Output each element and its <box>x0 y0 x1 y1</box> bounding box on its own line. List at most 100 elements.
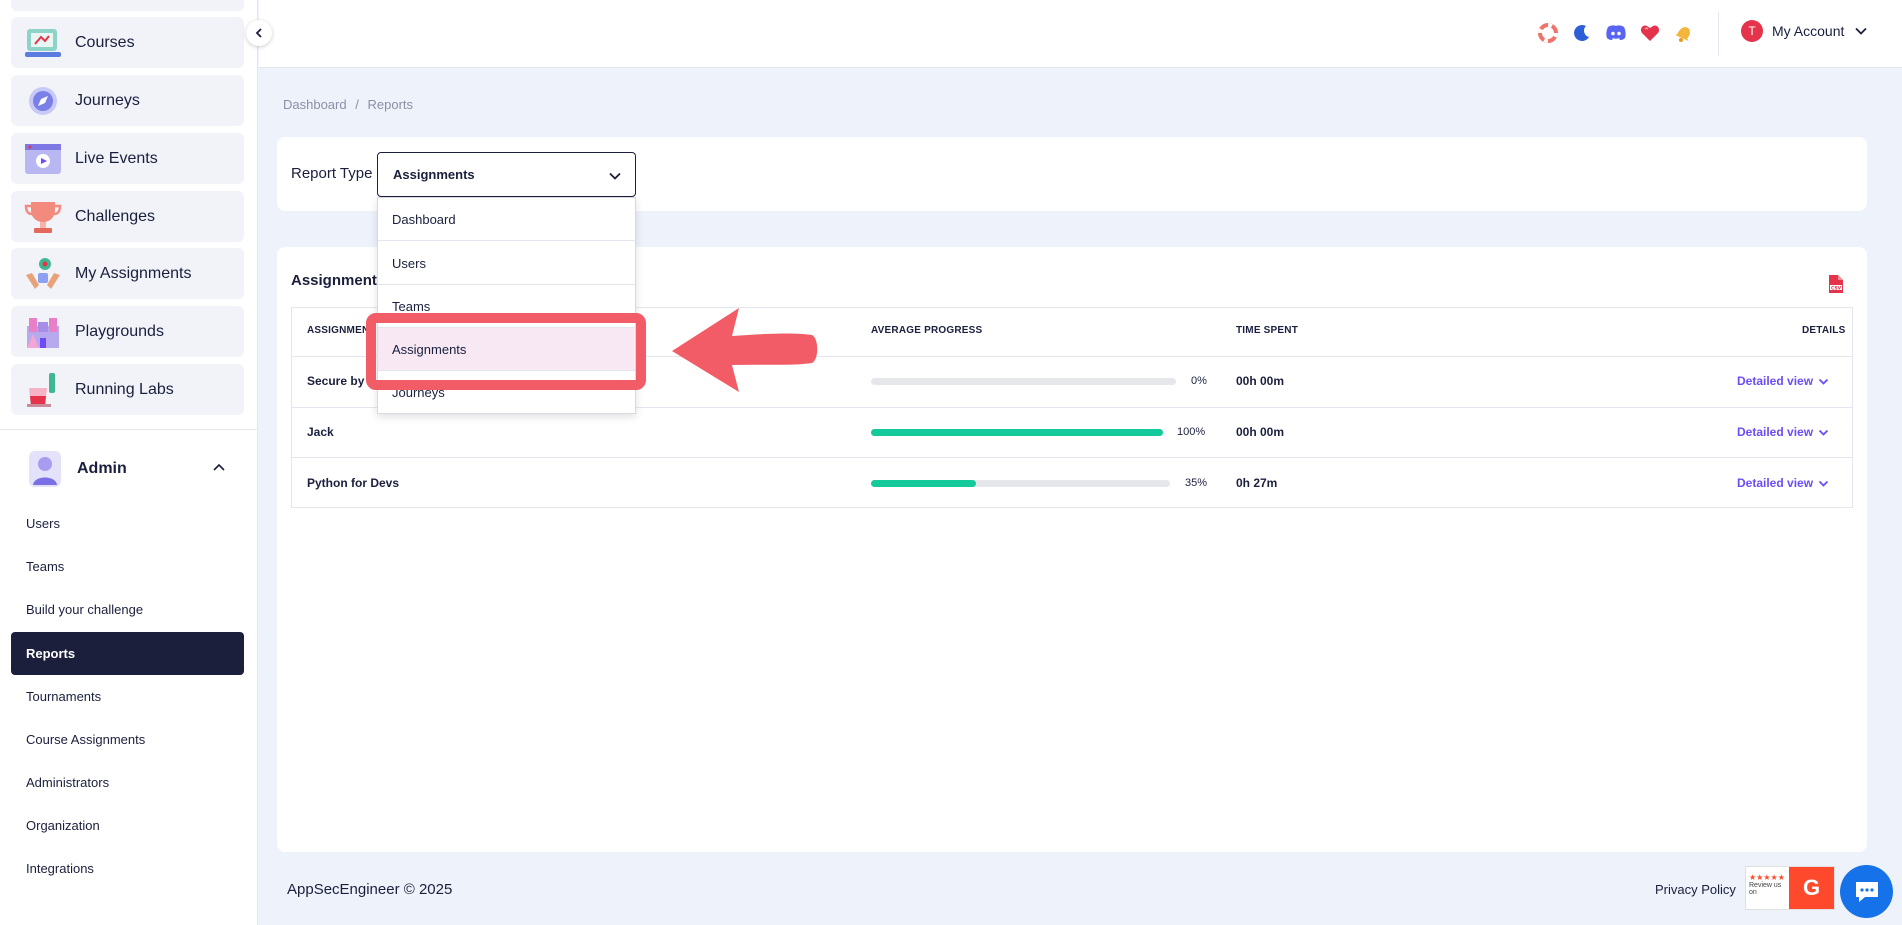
breadcrumb-separator: / <box>355 97 359 112</box>
sidebar-item-playgrounds[interactable]: Playgrounds <box>11 306 244 357</box>
svg-text:CSV: CSV <box>1831 285 1842 291</box>
admin-label: Admin <box>77 460 127 477</box>
admin-icon <box>25 449 65 489</box>
compass-icon <box>23 81 63 121</box>
g2-review-badge[interactable]: ★★★★★ Review us on G <box>1745 866 1835 910</box>
sidebar-divider <box>0 429 258 430</box>
admin-item-users[interactable]: Users <box>26 516 60 531</box>
admin-item-organization[interactable]: Organization <box>26 818 100 833</box>
sidebar-collapse-button[interactable] <box>246 20 272 46</box>
progress-bar <box>871 480 1170 487</box>
top-bar: T My Account <box>259 0 1902 68</box>
row-assignment-name: Python for Devs <box>307 476 400 490</box>
live-events-icon <box>23 139 63 179</box>
report-type-select[interactable]: Assignments <box>377 152 636 197</box>
sidebar-item-label: Courses <box>75 33 135 51</box>
chevron-down-icon <box>1818 429 1829 436</box>
sidebar-item-label: My Assignments <box>75 264 192 282</box>
moon-icon[interactable] <box>1571 22 1593 44</box>
header-details: DETAILS <box>1802 325 1846 336</box>
account-menu[interactable]: T My Account <box>1741 20 1868 42</box>
avatar: T <box>1741 20 1763 42</box>
breadcrumb-dashboard[interactable]: Dashboard <box>283 97 347 112</box>
chat-button[interactable] <box>1840 865 1893 918</box>
admin-item-build-challenge[interactable]: Build your challenge <box>26 602 143 617</box>
dropdown-option-users[interactable]: Users <box>378 242 635 285</box>
chat-icon <box>1855 881 1878 902</box>
footer-copyright: AppSecEngineer © 2025 <box>287 881 453 898</box>
sidebar-item-courses[interactable]: Courses <box>11 17 244 68</box>
stars-icon: ★★★★★ <box>1749 873 1785 882</box>
time-spent: 00h 00m <box>1236 425 1285 439</box>
admin-item-integrations[interactable]: Integrations <box>26 861 94 876</box>
progress-bar <box>871 378 1176 385</box>
row-divider <box>292 457 1852 458</box>
admin-item-reports[interactable]: Reports <box>11 632 244 675</box>
account-label: My Account <box>1772 23 1845 39</box>
report-type-label: Report Type <box>291 165 373 182</box>
g2-badge-text: ★★★★★ Review us on <box>1746 867 1789 909</box>
section-title: Assignments <box>291 272 386 289</box>
sidebar-item-label: Journeys <box>75 91 140 109</box>
trophy-icon <box>23 197 63 237</box>
progress-percent: 0% <box>1191 375 1207 387</box>
sidebar-item-my-assignments[interactable]: My Assignments <box>11 248 244 299</box>
sidebar-item-running-labs[interactable]: Running Labs <box>11 364 244 415</box>
highlight-box <box>366 313 646 390</box>
row-assignment-name: Jack <box>307 425 334 439</box>
chevron-left-icon <box>255 28 262 38</box>
progress-bar <box>871 429 1163 436</box>
sidebar-item-label: Challenges <box>75 207 156 225</box>
admin-section-toggle[interactable]: Admin <box>11 444 244 494</box>
privacy-policy-link[interactable]: Privacy Policy <box>1655 882 1736 897</box>
header-average-progress: AVERAGE PROGRESS <box>871 325 983 336</box>
flask-icon <box>23 370 63 410</box>
playground-icon <box>23 312 63 352</box>
sidebar-item-label: Running Labs <box>75 380 174 398</box>
progress-bar-fill <box>871 429 1163 436</box>
detailed-view-label: Detailed view <box>1737 425 1814 439</box>
courses-icon <box>23 23 63 63</box>
lifebuoy-icon[interactable] <box>1537 22 1559 44</box>
report-type-value: Assignments <box>393 167 475 182</box>
time-spent: 00h 00m <box>1236 374 1285 388</box>
detailed-view-link[interactable]: Detailed view <box>1737 476 1829 490</box>
row-assignment-name: Secure by Design <box>307 374 371 388</box>
dropdown-option-dashboard[interactable]: Dashboard <box>378 198 635 241</box>
bell-icon[interactable] <box>1673 22 1695 44</box>
progress-percent: 100% <box>1177 426 1206 438</box>
sidebar-item-hidden[interactable] <box>11 0 244 11</box>
detailed-view-label: Detailed view <box>1737 374 1814 388</box>
g2-review-label: Review us on <box>1749 882 1782 896</box>
chevron-down-icon <box>1818 480 1829 487</box>
admin-item-tournaments[interactable]: Tournaments <box>26 689 101 704</box>
sidebar-item-journeys[interactable]: Journeys <box>11 75 244 126</box>
time-spent: 0h 27m <box>1236 476 1278 490</box>
sidebar-item-challenges[interactable]: Challenges <box>11 191 244 242</box>
admin-item-administrators[interactable]: Administrators <box>26 775 109 790</box>
admin-item-course-assignments[interactable]: Course Assignments <box>26 732 145 747</box>
g2-logo: G <box>1789 867 1834 909</box>
heart-icon[interactable] <box>1639 22 1661 44</box>
sidebar: Courses Journeys Live Events Challenges … <box>0 0 258 925</box>
chevron-down-icon <box>608 169 622 186</box>
breadcrumb: Dashboard / Reports <box>283 97 418 112</box>
chevron-up-icon <box>212 460 226 479</box>
sidebar-item-label: Live Events <box>75 149 158 167</box>
chevron-down-icon <box>1855 27 1868 35</box>
assignments-icon <box>23 254 63 294</box>
header-time-spent: TIME SPENT <box>1236 325 1299 336</box>
progress-bar-fill <box>871 480 976 487</box>
discord-icon[interactable] <box>1605 22 1627 44</box>
detailed-view-link[interactable]: Detailed view <box>1737 425 1829 439</box>
detailed-view-label: Detailed view <box>1737 476 1814 490</box>
admin-item-teams[interactable]: Teams <box>26 559 64 574</box>
breadcrumb-reports: Reports <box>367 97 414 112</box>
topbar-separator <box>1718 12 1719 56</box>
csv-export-icon[interactable]: CSV <box>1827 274 1845 299</box>
detailed-view-link[interactable]: Detailed view <box>1737 374 1829 388</box>
progress-percent: 35% <box>1185 477 1208 489</box>
pointer-arrow-icon <box>672 308 820 397</box>
sidebar-item-label: Playgrounds <box>75 322 164 340</box>
sidebar-item-live-events[interactable]: Live Events <box>11 133 244 184</box>
